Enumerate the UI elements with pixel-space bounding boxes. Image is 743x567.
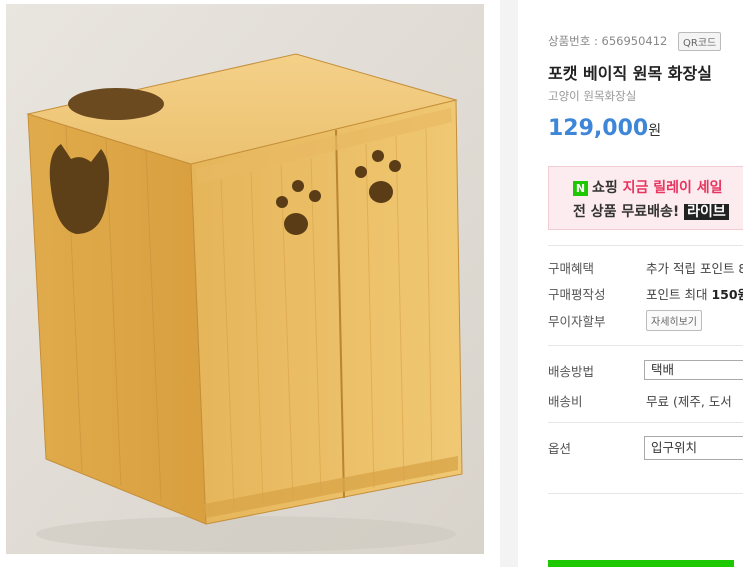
view-details-button[interactable]: 자세히보기 [646, 310, 702, 331]
promo-line-1: N 쇼핑 지금 릴레이 세일 [573, 177, 723, 197]
promo-line-2: 전 상품 무료배송! 라이브 [573, 201, 729, 221]
divider [548, 422, 743, 423]
promo-shopping: 쇼핑 [592, 180, 618, 196]
product-price: 129,000원 [548, 116, 661, 141]
divider [548, 493, 743, 494]
shipping-fee-label: 배송비 [548, 394, 583, 409]
naver-n-icon: N [573, 180, 588, 196]
product-subtitle: 고양이 원목화장실 [548, 89, 637, 103]
shipping-method-select[interactable]: 택배 [644, 360, 743, 380]
product-photo[interactable] [6, 4, 484, 554]
review-points-label: 구매평작성 [548, 287, 606, 302]
option-select[interactable]: 입구위치 [644, 436, 743, 460]
shipping-method-label: 배송방법 [548, 364, 595, 379]
product-title: 포캣 베이직 원목 화장실 [548, 64, 712, 83]
review-points-value: 포인트 최대 150원 [646, 284, 743, 303]
product-info-panel: 상품번호 : 656950412 QR코드 포캣 베이직 원목 화장실 고양이 … [518, 0, 743, 567]
product-number: 상품번호 : 656950412 [548, 34, 668, 48]
benefit-value: 추가 적립 포인트 8 [646, 261, 743, 276]
installment-label: 무이자할부 [548, 314, 606, 329]
promo-relay-sale: 지금 릴레이 세일 [622, 180, 723, 196]
qr-code-button[interactable]: QR코드 [678, 32, 722, 51]
promo-banner[interactable]: N 쇼핑 지금 릴레이 세일 전 상품 무료배송! 라이브 [548, 166, 743, 230]
promo-live-badge: 라이브 [684, 204, 729, 220]
divider [548, 345, 743, 346]
wooden-cat-litter-cabinet-image [6, 4, 484, 554]
review-points-prefix: 포인트 최대 [646, 287, 712, 302]
benefit-label: 구매혜택 [548, 261, 595, 276]
panel-divider [500, 0, 518, 567]
buy-button[interactable] [548, 560, 734, 567]
product-image-panel [0, 0, 488, 567]
price-unit: 원 [648, 123, 662, 139]
shipping-fee-value: 무료 (제주, 도서 [646, 394, 732, 409]
promo-free-shipping: 전 상품 무료배송! [573, 204, 680, 220]
divider [548, 245, 743, 246]
option-label: 옵션 [548, 441, 572, 456]
review-points-amount: 150원 [711, 287, 743, 302]
price-value: 129,000 [548, 116, 649, 141]
